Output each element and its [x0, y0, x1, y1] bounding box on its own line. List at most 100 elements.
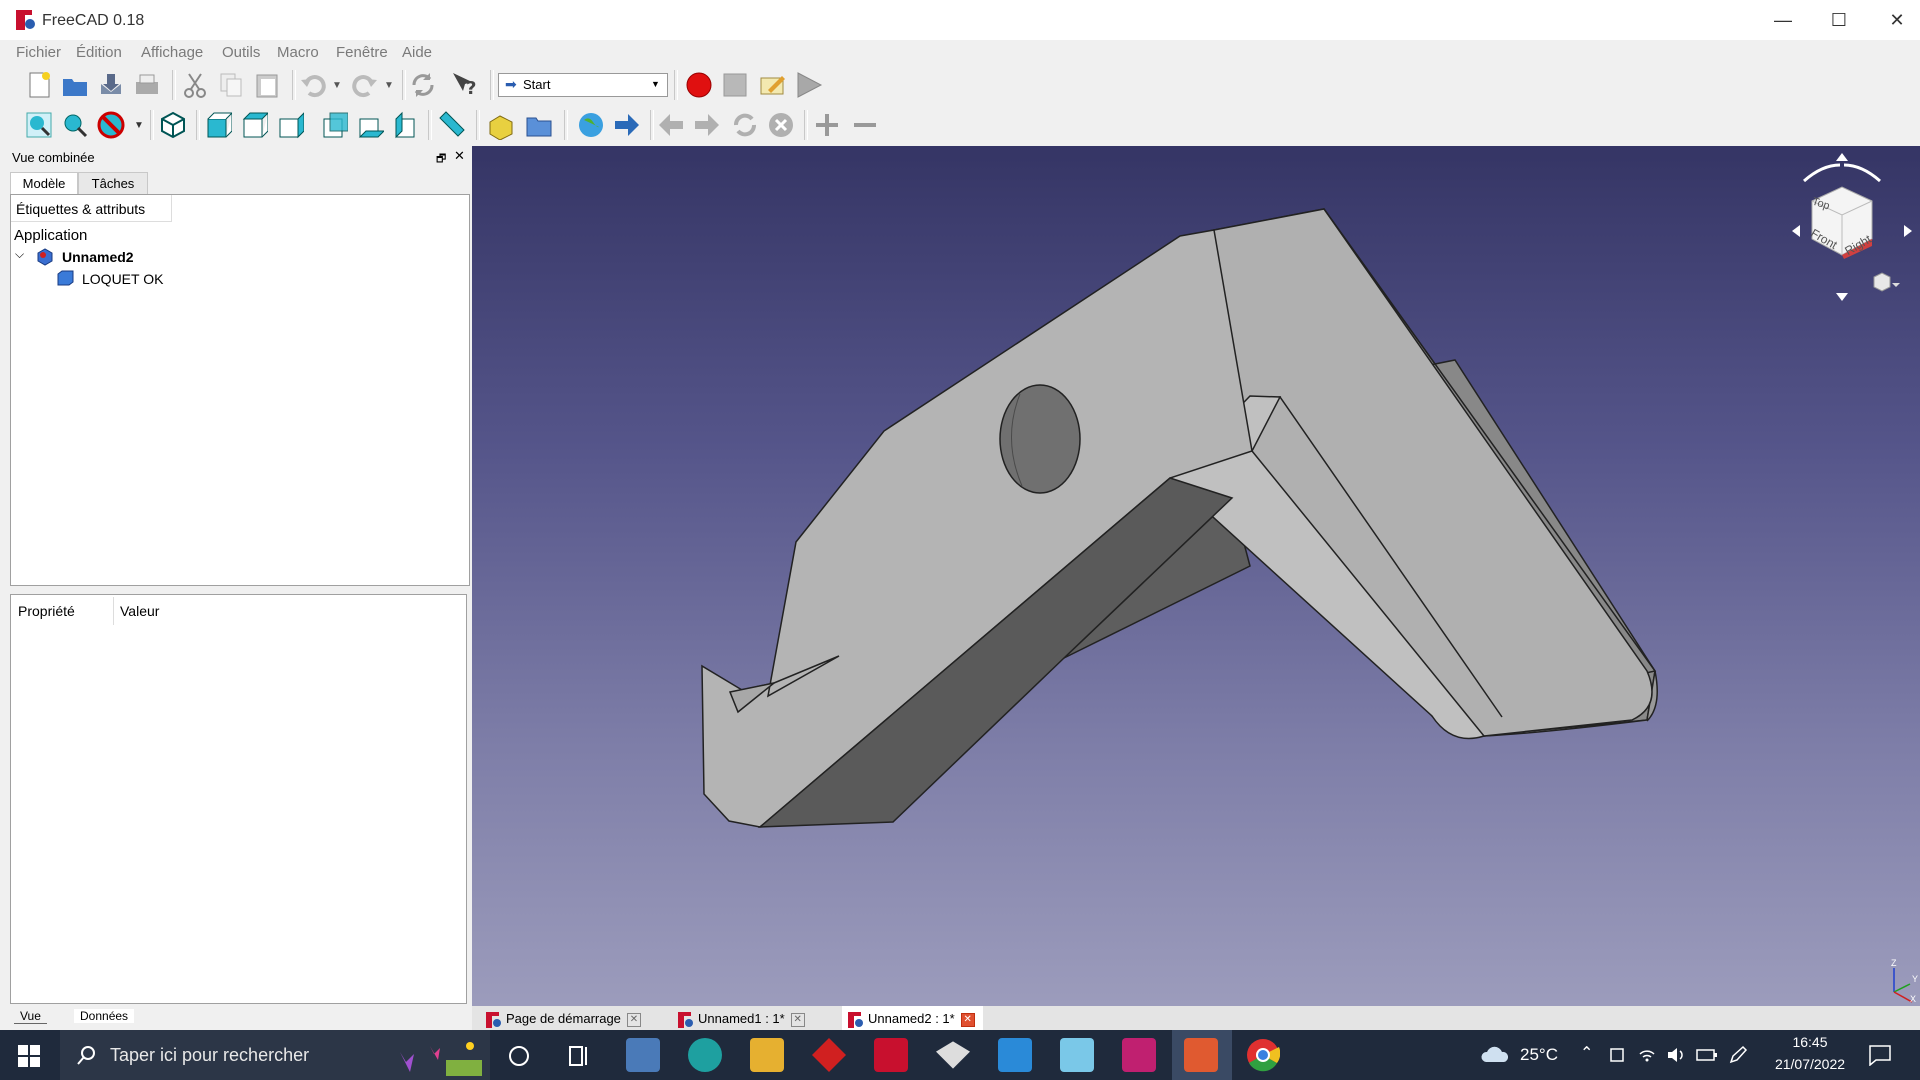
close-window-button[interactable]: ✕ — [1868, 0, 1920, 40]
menu-affichage[interactable]: Affichage — [141, 44, 203, 61]
tab-taches[interactable]: Tâches — [78, 172, 148, 195]
draw-style-icon[interactable] — [96, 110, 126, 140]
record-macro-icon[interactable] — [684, 70, 714, 100]
save-icon[interactable] — [96, 70, 126, 100]
redo-icon[interactable] — [350, 70, 380, 100]
isometric-view-icon[interactable] — [158, 110, 188, 140]
zoom-in-icon[interactable] — [812, 110, 842, 140]
forward-icon[interactable] — [692, 110, 722, 140]
open-website-icon[interactable] — [612, 110, 642, 140]
menu-aide[interactable]: Aide — [402, 44, 432, 61]
redo-dropdown-icon[interactable]: ▼ — [384, 80, 394, 91]
whats-this-icon[interactable]: ? — [450, 70, 480, 100]
document-tabs: Page de démarrage ✕ Unnamed1 : 1* ✕ Unname… — [472, 1006, 1920, 1034]
axis-z-label: Z — [1891, 958, 1897, 968]
tree-item-unnamed2[interactable]: Unnamed2 — [62, 249, 134, 265]
stop-macro-icon[interactable] — [720, 70, 750, 100]
volume-icon[interactable] — [1666, 1046, 1686, 1064]
separator — [490, 70, 494, 100]
stop-icon[interactable] — [766, 110, 796, 140]
menu-bar: Fichier Édition Affichage Outils Macro F… — [0, 40, 1920, 66]
pen-icon[interactable] — [1728, 1045, 1748, 1065]
expand-chevron-icon[interactable]: ⌵ — [15, 247, 24, 262]
latch-model[interactable] — [472, 146, 1920, 1006]
create-group-icon[interactable] — [524, 110, 554, 140]
measure-distance-icon[interactable] — [436, 110, 466, 140]
back-icon[interactable] — [656, 110, 686, 140]
create-part-icon[interactable] — [486, 110, 516, 140]
cortana-icon[interactable] — [508, 1045, 530, 1067]
windows-start-icon[interactable] — [18, 1045, 40, 1067]
clock-date[interactable]: 21/07/2022 — [1762, 1056, 1858, 1072]
maximize-button[interactable]: ☐ — [1810, 0, 1868, 40]
menu-fenetre[interactable]: Fenêtre — [336, 44, 388, 61]
workbench-selector[interactable]: ➡ Start ▼ — [498, 73, 668, 97]
front-view-icon[interactable] — [202, 110, 232, 140]
file-explorer-icon[interactable] — [750, 1038, 784, 1072]
rear-view-icon[interactable] — [318, 110, 348, 140]
menu-macro[interactable]: Macro — [277, 44, 319, 61]
close-tab-icon[interactable]: ✕ — [626, 1012, 641, 1027]
reload-icon[interactable] — [730, 110, 760, 140]
paste-icon[interactable] — [252, 70, 282, 100]
wifi-icon[interactable] — [1638, 1046, 1656, 1064]
open-folder-icon[interactable] — [60, 70, 90, 100]
freecad-taskbar-icon[interactable] — [874, 1038, 908, 1072]
weather-cloud-icon[interactable] — [1480, 1044, 1510, 1064]
navcube-menu-icon[interactable] — [1872, 271, 1900, 295]
notifications-icon[interactable] — [1868, 1044, 1892, 1066]
left-view-icon[interactable] — [390, 110, 420, 140]
menu-fichier[interactable]: Fichier — [16, 44, 61, 61]
tree-item-loquet-ok[interactable]: LOQUET OK — [82, 271, 163, 287]
menu-outils[interactable]: Outils — [222, 44, 260, 61]
tab-modele[interactable]: Modèle — [10, 172, 78, 195]
light-blue-app-icon[interactable] — [1060, 1038, 1094, 1072]
task-view-icon[interactable] — [568, 1045, 590, 1067]
zoom-out-icon[interactable] — [850, 110, 880, 140]
clock-time[interactable]: 16:45 — [1770, 1034, 1850, 1050]
blue-app-icon[interactable] — [998, 1038, 1032, 1072]
undo-icon[interactable] — [298, 70, 328, 100]
taskbar-search-box[interactable]: Taper ici pour rechercher — [60, 1030, 490, 1080]
meet-icon[interactable] — [1608, 1046, 1626, 1064]
chevron-up-icon[interactable]: ⌃ — [1580, 1043, 1593, 1063]
cut-icon[interactable] — [180, 70, 210, 100]
active-app-icon[interactable] — [1184, 1038, 1218, 1072]
minimize-button[interactable]: — — [1754, 0, 1812, 40]
bottom-view-icon[interactable] — [354, 110, 384, 140]
refresh-icon[interactable] — [408, 70, 438, 100]
tab-start-page[interactable]: Page de démarrage ✕ — [486, 1008, 641, 1030]
print-icon[interactable] — [132, 70, 162, 100]
undock-icon[interactable]: 🗗 — [436, 150, 446, 169]
search-highlight-icon — [400, 1042, 482, 1076]
draw-style-dropdown-icon[interactable]: ▼ — [134, 120, 144, 131]
menu-edition[interactable]: Édition — [76, 44, 122, 61]
3d-app-icon[interactable] — [936, 1041, 970, 1069]
fit-all-icon[interactable] — [24, 110, 54, 140]
battery-icon[interactable] — [1696, 1048, 1718, 1062]
tab-unnamed1[interactable]: Unnamed1 : 1* ✕ — [678, 1008, 805, 1030]
calculator-app-icon[interactable] — [626, 1038, 660, 1072]
red-app-icon[interactable] — [812, 1038, 846, 1072]
edit-macro-icon[interactable] — [758, 70, 788, 100]
weather-temperature[interactable]: 25°C — [1520, 1045, 1558, 1065]
close-tab-icon[interactable]: ✕ — [790, 1012, 805, 1027]
right-view-icon[interactable] — [274, 110, 304, 140]
close-tab-icon[interactable]: ✕ — [960, 1012, 975, 1027]
run-macro-icon[interactable] — [794, 70, 824, 100]
app-2-icon[interactable] — [1122, 1038, 1156, 1072]
q-app-icon[interactable] — [688, 1038, 722, 1072]
web-browser-icon[interactable] — [576, 110, 606, 140]
axis-x-label: X — [1910, 994, 1917, 1004]
separator — [650, 110, 654, 140]
fit-selection-icon[interactable] — [60, 110, 90, 140]
top-view-icon[interactable] — [238, 110, 268, 140]
3d-viewport[interactable]: Top Front Right Z Y X — [472, 146, 1920, 1006]
new-document-icon[interactable] — [24, 70, 54, 100]
undo-dropdown-icon[interactable]: ▼ — [332, 80, 342, 91]
chrome-icon[interactable] — [1246, 1038, 1280, 1072]
tab-vue[interactable]: Vue — [14, 1009, 47, 1024]
tab-donnees[interactable]: Données — [74, 1009, 135, 1023]
copy-icon[interactable] — [216, 70, 246, 100]
close-panel-icon[interactable]: ✕ — [454, 148, 465, 164]
